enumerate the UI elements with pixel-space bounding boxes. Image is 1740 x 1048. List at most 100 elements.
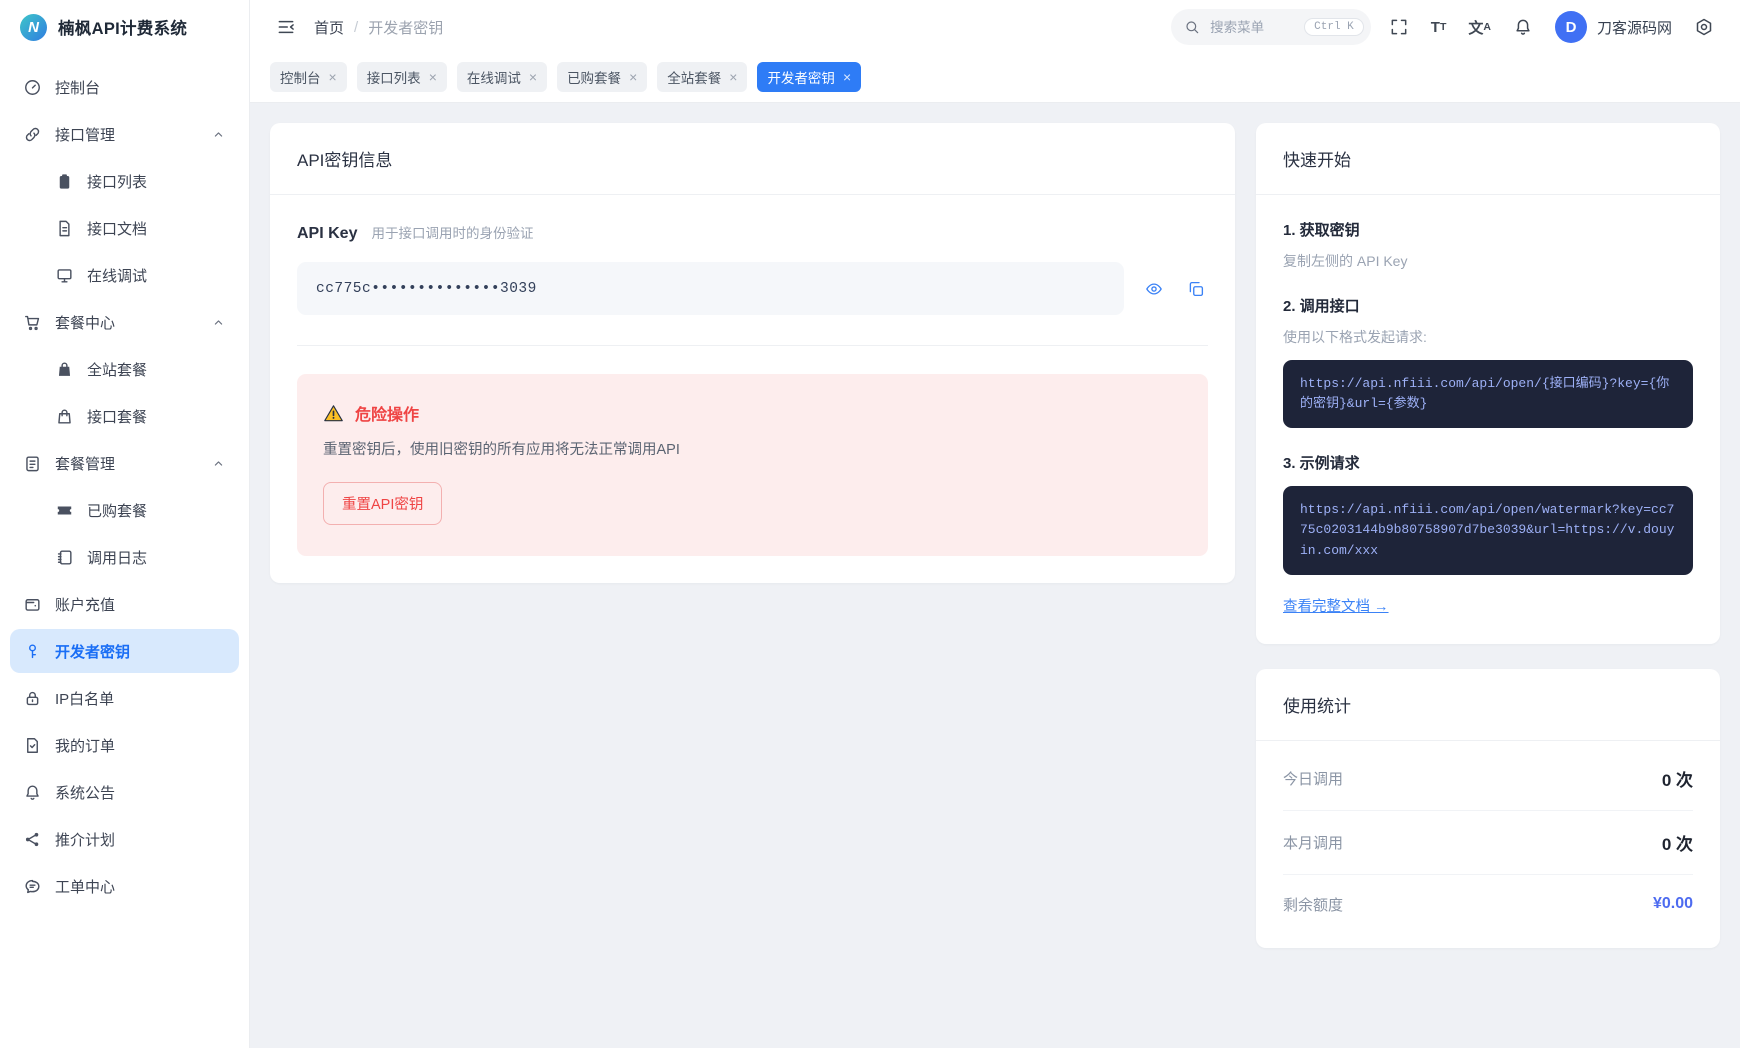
copy-key-button[interactable]	[1184, 277, 1208, 301]
share-icon	[25, 832, 39, 846]
sidebar-item-call-logs[interactable]: 调用日志	[10, 535, 239, 579]
ticket-icon	[57, 506, 72, 514]
search-input[interactable]: Ctrl K	[1171, 9, 1371, 45]
api-link-icon	[25, 127, 40, 141]
danger-title: 危险操作	[355, 407, 420, 424]
sidebar-group-package-manage[interactable]: 套餐管理	[10, 441, 239, 485]
topbar: 首页 / 开发者密钥 Ctrl K TT 文A D 刀客源码网	[250, 0, 1740, 54]
toggle-key-visibility-button[interactable]	[1142, 277, 1166, 301]
quick-start-card: 快速开始 1. 获取密钥 复制左侧的 API Key 2. 调用接口 使用以下格…	[1256, 123, 1720, 644]
translate-icon[interactable]: 文A	[1464, 13, 1495, 42]
sidebar-item-api-docs[interactable]: 接口文档	[10, 206, 239, 250]
package-manage-icon	[26, 455, 39, 471]
sidebar: N 楠枫API计费系统 控制台 接口管理 接口列表 接口文档 在线调试 套餐中心…	[0, 0, 250, 1048]
sidebar-item-purchased-packages[interactable]: 已购套餐	[10, 488, 239, 532]
sidebar-item-referral-plan[interactable]: 推介计划	[10, 817, 239, 861]
tab-label: 全站套餐	[667, 71, 722, 86]
app-root: N 楠枫API计费系统 控制台 接口管理 接口列表 接口文档 在线调试 套餐中心…	[0, 0, 1740, 1048]
breadcrumb-separator: /	[354, 18, 359, 36]
fullscreen-icon[interactable]	[1385, 13, 1413, 41]
sidebar-item-label: 已购套餐	[87, 502, 148, 520]
sidebar-group-package-center[interactable]: 套餐中心	[10, 300, 239, 344]
sidebar-item-label: 控制台	[55, 79, 101, 97]
sidebar-item-ticket-center[interactable]: 工单中心	[10, 864, 239, 908]
bell-icon	[26, 784, 39, 800]
sidebar-group-api-manage[interactable]: 接口管理	[10, 112, 239, 156]
sidebar-item-api-list[interactable]: 接口列表	[10, 159, 239, 203]
order-check-icon	[27, 737, 38, 753]
example-request-code-block[interactable]: https://api.nfiii.com/api/open/watermark…	[1283, 486, 1693, 575]
sidebar-item-api-packages[interactable]: 接口套餐	[10, 394, 239, 438]
stat-row-remaining-balance: 剩余额度 ¥0.00	[1283, 875, 1693, 934]
search-field[interactable]	[1208, 18, 1297, 36]
stat-row-today-calls: 今日调用 0 次	[1283, 747, 1693, 811]
close-icon[interactable]: ×	[629, 70, 637, 84]
tab-label: 已购套餐	[567, 71, 622, 86]
request-format-code-block[interactable]: https://api.nfiii.com/api/open/{接口编码}?ke…	[1283, 360, 1693, 429]
close-icon[interactable]: ×	[729, 70, 737, 84]
lock-icon	[26, 691, 39, 705]
sidebar-item-ip-whitelist[interactable]: IP白名单	[10, 676, 239, 720]
sidebar-item-label: 接口管理	[55, 126, 116, 144]
sidebar-item-site-packages[interactable]: 全站套餐	[10, 347, 239, 391]
search-icon	[1186, 21, 1199, 34]
collapse-sidebar-icon[interactable]	[272, 13, 300, 41]
sidebar-item-label: 接口列表	[87, 173, 148, 191]
brand[interactable]: N 楠枫API计费系统	[0, 0, 249, 54]
sidebar-item-label: 我的订单	[55, 737, 116, 755]
sidebar-item-label: 接口文档	[87, 220, 148, 238]
settings-gear-icon[interactable]	[1690, 13, 1718, 41]
danger-zone: 危险操作 重置密钥后，使用旧密钥的所有应用将无法正常调用API 重置API密钥	[297, 374, 1208, 556]
sidebar-item-developer-key[interactable]: 开发者密钥	[10, 629, 239, 673]
font-size-icon[interactable]: TT	[1427, 15, 1451, 40]
tab-purchased-packages[interactable]: 已购套餐 ×	[557, 62, 648, 92]
main-column: 首页 / 开发者密钥 Ctrl K TT 文A D 刀客源码网	[250, 0, 1740, 1048]
stat-row-month-calls: 本月调用 0 次	[1283, 811, 1693, 875]
close-icon[interactable]: ×	[529, 70, 537, 84]
sidebar-item-label: 系统公告	[55, 784, 116, 802]
monitor-icon	[57, 268, 72, 283]
step-1-description: 复制左侧的 API Key	[1283, 253, 1408, 269]
sidebar-item-announcements[interactable]: 系统公告	[10, 770, 239, 814]
sidebar-item-label: 全站套餐	[87, 361, 148, 379]
api-key-card: API密钥信息 API Key 用于接口调用时的身份验证 cc775c•••••…	[270, 123, 1235, 583]
chat-bubble-icon	[25, 879, 40, 893]
tab-api-list[interactable]: 接口列表 ×	[356, 62, 447, 92]
close-icon[interactable]: ×	[329, 70, 337, 84]
chevron-up-icon	[214, 319, 223, 325]
stat-value: ¥0.00	[1652, 895, 1693, 913]
document-icon	[59, 220, 70, 236]
username: 刀客源码网	[1596, 19, 1672, 37]
eye-icon	[1146, 282, 1162, 295]
view-full-docs-link[interactable]: 查看完整文档 →	[1283, 595, 1389, 616]
close-icon[interactable]: ×	[429, 70, 437, 84]
sidebar-item-account-recharge[interactable]: 账户充值	[10, 582, 239, 626]
close-icon[interactable]: ×	[843, 70, 851, 84]
api-key-field[interactable]	[297, 262, 1124, 315]
sidebar-item-my-orders[interactable]: 我的订单	[10, 723, 239, 767]
breadcrumb-current: 开发者密钥	[368, 19, 444, 37]
usage-stats-title: 使用统计	[1283, 696, 1351, 716]
api-key-description: 用于接口调用时的身份验证	[371, 226, 534, 241]
sidebar-item-label: 在线调试	[87, 267, 148, 285]
stat-value: 0 次	[1661, 770, 1693, 790]
tab-online-debug[interactable]: 在线调试 ×	[456, 62, 548, 92]
clipboard-icon	[59, 173, 70, 189]
notifications-bell-icon[interactable]	[1509, 13, 1537, 41]
sidebar-item-dashboard[interactable]: 控制台	[10, 65, 239, 109]
tab-site-packages[interactable]: 全站套餐 ×	[657, 62, 748, 92]
tab-dashboard[interactable]: 控制台 ×	[270, 62, 347, 92]
step-2-title: 2. 调用接口	[1283, 298, 1360, 315]
tab-developer-key[interactable]: 开发者密钥 ×	[757, 62, 862, 92]
warning-icon	[324, 404, 343, 421]
log-book-icon	[57, 549, 72, 565]
quick-start-title: 快速开始	[1283, 151, 1351, 170]
tab-label: 在线调试	[466, 71, 521, 86]
tabbar: 控制台 × 接口列表 × 在线调试 × 已购套餐 × 全站套餐 × 开发者密钥 ×	[250, 54, 1740, 103]
user-menu[interactable]: D 刀客源码网	[1554, 11, 1672, 43]
danger-description: 重置密钥后，使用旧密钥的所有应用将无法正常调用API	[323, 442, 680, 458]
copy-icon	[1189, 281, 1204, 296]
breadcrumb-home[interactable]: 首页	[314, 17, 344, 38]
sidebar-item-online-debug[interactable]: 在线调试	[10, 253, 239, 297]
reset-api-key-button[interactable]: 重置API密钥	[323, 482, 443, 525]
